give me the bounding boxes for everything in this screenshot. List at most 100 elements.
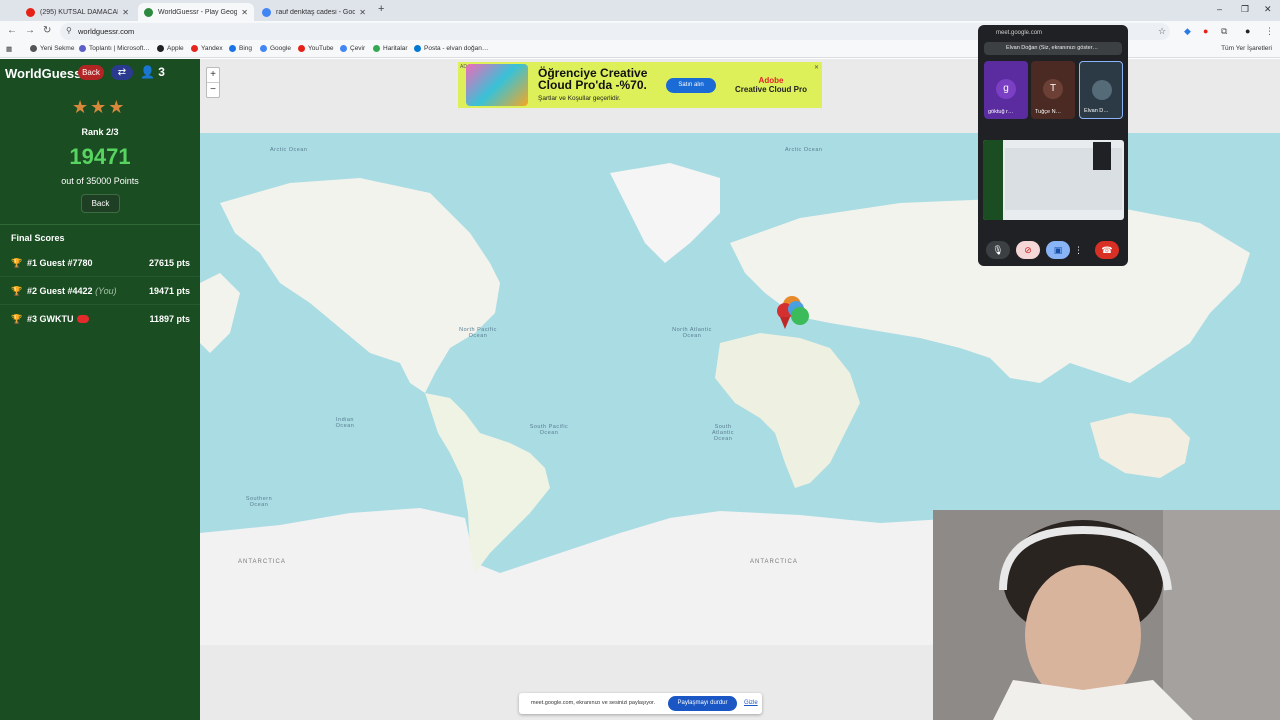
ocean-label: North Pacific Ocean	[459, 327, 497, 339]
bookmark-item[interactable]: Posta - elvan doğan…	[414, 45, 488, 52]
menu-dots-icon[interactable]: ⋮	[1265, 26, 1274, 37]
camera-off-icon[interactable]: ⊘	[1016, 241, 1040, 259]
extensions-puzzle-icon[interactable]: ⧉	[1221, 26, 1227, 37]
ad-close-icon[interactable]: ✕	[814, 64, 819, 71]
present-screen-icon[interactable]: ▣	[1046, 241, 1070, 259]
yandex-icon	[191, 45, 198, 52]
tab-close-icon[interactable]: ✕	[122, 8, 129, 17]
minimize-icon[interactable]: –	[1217, 4, 1222, 14]
tab-label: WorldGuessr - Play Geoguessr	[158, 8, 238, 16]
reload-icon[interactable]: ↻	[43, 25, 51, 36]
hang-up-icon[interactable]: ☎	[1095, 241, 1119, 259]
teams-icon	[79, 45, 86, 52]
player-points: 27615 pts	[148, 258, 190, 268]
ad-headline: Öğrenciye Creative Cloud Pro'da -%70.	[538, 66, 648, 92]
score-row: 🏆 #3 GWKTU 11897 pts	[0, 305, 200, 333]
bookmark-item[interactable]: Haritalar	[373, 45, 408, 52]
bookmark-item[interactable]: YouTube	[298, 45, 334, 52]
screen-share-preview	[983, 140, 1124, 220]
youtube-icon	[298, 45, 305, 52]
score-row: 🏆 #1 Guest #7780 27615 pts	[0, 249, 200, 277]
profile-avatar[interactable]: ●	[1245, 26, 1250, 36]
bookmark-label: Haritalar	[383, 45, 408, 52]
meet-pip-window[interactable]: meet.google.com Elvan Doğan (Siz, ekranı…	[978, 25, 1128, 266]
forward-arrow-icon[interactable]: →	[25, 25, 35, 36]
bookmark-label: Yandex	[201, 45, 223, 52]
google-icon	[260, 45, 267, 52]
meet-url: meet.google.com	[996, 30, 1043, 36]
bookmark-label: Google	[270, 45, 291, 52]
bookmark-label: Yeni Sekme	[40, 45, 75, 52]
maximize-icon[interactable]: ❐	[1241, 4, 1249, 15]
bookmark-label: Apple	[167, 45, 184, 52]
tab-close-icon[interactable]: ✕	[241, 8, 248, 17]
bookmark-item[interactable]: Çevir	[340, 45, 365, 52]
bookmark-item[interactable]: Bing	[229, 45, 252, 52]
hide-button[interactable]: Gizle	[744, 700, 758, 706]
ad-cta-button[interactable]: Satın alın	[666, 78, 716, 93]
trophy-icon: 🏆	[11, 286, 23, 296]
ad-brand-top: Adobe	[758, 76, 784, 85]
trophy-icon: 🏆	[11, 314, 23, 324]
bookmark-star-icon[interactable]: ☆	[1158, 26, 1166, 37]
swap-icon[interactable]: ⇄	[111, 65, 133, 80]
score-row: 🏆 #2 Guest #4422 (You) 19471 pts	[0, 277, 200, 305]
browser-tab-google[interactable]: rauf denktaş cadesi - Google'da… ✕	[256, 3, 372, 21]
avatar: T	[1043, 79, 1063, 99]
meet-presenting-bar[interactable]: Elvan Doğan (Siz, ekranınızı göster…	[984, 42, 1122, 55]
extension-icon[interactable]: ◆	[1184, 26, 1191, 37]
ad-banner[interactable]: AD Öğrenciye Creative Cloud Pro'da -%70.…	[458, 62, 822, 108]
youtube-favicon-icon	[26, 7, 35, 17]
zoom-control: + −	[206, 67, 220, 98]
stop-sharing-button[interactable]: Paylaşmayı durdur	[668, 696, 737, 711]
bookmark-label: Çevir	[350, 45, 366, 52]
new-tab-icon	[30, 45, 37, 52]
bookmark-item[interactable]: Yeni Sekme	[30, 45, 74, 52]
bookmark-item[interactable]: Apple	[157, 45, 184, 52]
bookmark-label: Toplantı | Microsoft…	[89, 45, 150, 52]
all-bookmarks-button[interactable]: Tüm Yer İşaretleri	[1221, 45, 1272, 52]
player-name: #3 GWKTU	[27, 314, 74, 324]
bookmark-item[interactable]: Toplantı | Microsoft…	[79, 45, 150, 52]
browser-tab-youtube[interactable]: (295) KUTSAL DAMACANA | Şi… ✕	[20, 3, 135, 21]
answer-pin-green	[791, 307, 809, 325]
browser-tab-worldguessr[interactable]: WorldGuessr - Play Geoguessr ✕	[138, 3, 254, 21]
outlook-icon	[414, 45, 421, 52]
zoom-in-button[interactable]: +	[207, 68, 219, 83]
share-notice-text: meet.google.com, ekranınızı ve sesinizi …	[531, 700, 656, 706]
divider	[0, 224, 200, 225]
ad-brand-bottom: Creative Cloud Pro	[734, 85, 807, 94]
back-pill-button[interactable]: Back	[78, 65, 104, 80]
you-tag: (You)	[95, 286, 117, 296]
final-scores-title: Final Scores	[11, 233, 65, 243]
turkey-flag-icon	[76, 315, 89, 323]
tab-label: (295) KUTSAL DAMACANA | Şi…	[40, 8, 118, 16]
apps-grid-icon[interactable]: ▦	[6, 45, 12, 53]
browser-tab-bar: (295) KUTSAL DAMACANA | Şi… ✕ WorldGuess…	[0, 0, 1280, 21]
zoom-out-button[interactable]: −	[207, 83, 219, 98]
opera-extension-icon[interactable]: ●	[1203, 26, 1208, 36]
rating-stars-icon: ★★★	[72, 97, 127, 117]
ocean-label: Indian Ocean	[335, 417, 355, 429]
microphone-icon[interactable]: 🎙	[986, 241, 1010, 259]
translate-icon	[340, 45, 347, 52]
maps-icon	[373, 45, 380, 52]
tab-close-icon[interactable]: ✕	[359, 8, 366, 17]
back-arrow-icon[interactable]: ←	[7, 25, 17, 36]
ocean-label: Arctic Ocean	[785, 147, 823, 153]
bookmark-item[interactable]: Google	[260, 45, 291, 52]
close-window-icon[interactable]: ✕	[1264, 4, 1272, 15]
back-button[interactable]: Back	[81, 194, 120, 213]
bookmark-item[interactable]: Yandex	[191, 45, 223, 52]
participant-tile[interactable]: T Tuğçe N…	[1031, 61, 1075, 119]
player-points: 19471 pts	[148, 286, 190, 296]
new-tab-button[interactable]: +	[378, 3, 384, 15]
participant-tile[interactable]: g göktuğ r…	[984, 61, 1028, 119]
site-info-icon[interactable]: ⚲	[66, 26, 72, 35]
avatar: g	[996, 79, 1016, 99]
more-options-icon[interactable]: ⋮	[1074, 241, 1083, 259]
app-brand: WorldGuessr	[5, 66, 87, 81]
participant-name: Tuğçe N…	[1035, 109, 1062, 115]
participant-tile[interactable]: Elvan D…	[1079, 61, 1123, 119]
ocean-label: South Atlantic Ocean	[711, 424, 735, 442]
